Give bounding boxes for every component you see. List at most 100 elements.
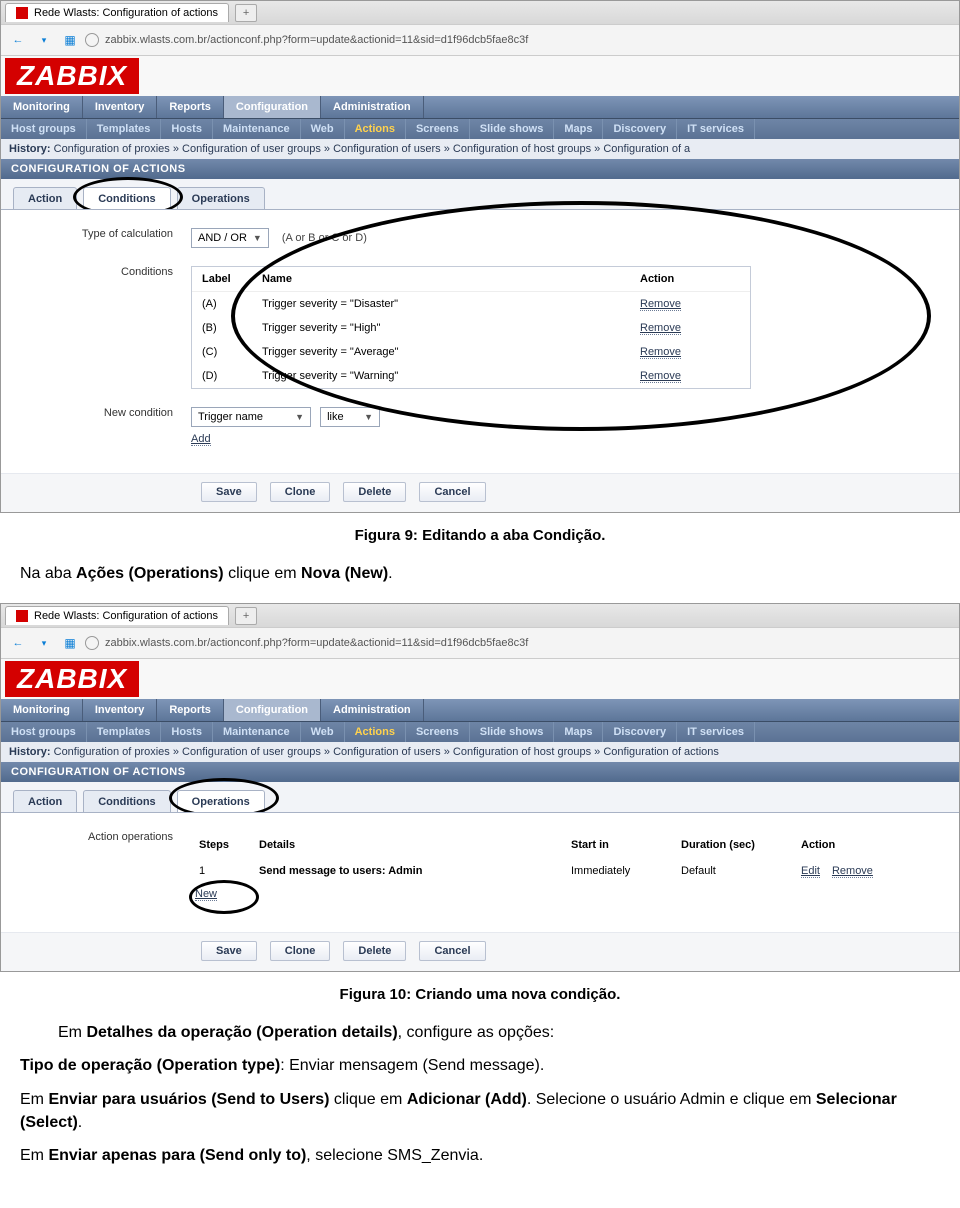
nav-reports[interactable]: Reports bbox=[157, 699, 224, 721]
sub-nav: Host groups Templates Hosts Maintenance … bbox=[1, 118, 959, 139]
browser-tabbar: Rede Wlasts: Configuration of actions + bbox=[1, 1, 959, 25]
cond-name: Trigger severity = "Disaster" bbox=[262, 298, 640, 310]
url-bar[interactable]: zabbix.wlasts.com.br/actionconf.php?form… bbox=[85, 33, 953, 47]
tab-operations[interactable]: Operations bbox=[177, 790, 265, 812]
new-condition-label: New condition bbox=[21, 407, 191, 419]
subnav-maintenance[interactable]: Maintenance bbox=[213, 722, 301, 742]
delete-button[interactable]: Delete bbox=[343, 941, 406, 961]
nav-monitoring[interactable]: Monitoring bbox=[1, 96, 83, 118]
clone-button[interactable]: Clone bbox=[270, 482, 331, 502]
subnav-hostgroups[interactable]: Host groups bbox=[1, 119, 87, 139]
edit-link[interactable]: Edit bbox=[801, 865, 820, 878]
op-start: Immediately bbox=[567, 863, 677, 880]
subnav-templates[interactable]: Templates bbox=[87, 722, 162, 742]
form-buttons: Save Clone Delete Cancel bbox=[1, 932, 959, 971]
nav-configuration[interactable]: Configuration bbox=[224, 699, 321, 721]
browser-tab[interactable]: Rede Wlasts: Configuration of actions bbox=[5, 606, 229, 625]
remove-link[interactable]: Remove bbox=[640, 322, 681, 335]
text-bold: Adicionar (Add) bbox=[407, 1091, 527, 1108]
new-link[interactable]: New bbox=[195, 888, 217, 901]
tab-conditions[interactable]: Conditions bbox=[83, 187, 170, 209]
remove-link[interactable]: Remove bbox=[640, 298, 681, 311]
tab-conditions[interactable]: Conditions bbox=[83, 790, 170, 812]
new-tab-button[interactable]: + bbox=[235, 4, 257, 22]
tab-action[interactable]: Action bbox=[13, 790, 77, 812]
browser-tab-title: Rede Wlasts: Configuration of actions bbox=[34, 7, 218, 19]
cond-name: Trigger severity = "High" bbox=[262, 322, 640, 334]
cancel-button[interactable]: Cancel bbox=[419, 941, 485, 961]
subnav-actions[interactable]: Actions bbox=[345, 722, 406, 742]
subnav-screens[interactable]: Screens bbox=[406, 119, 470, 139]
subnav-hosts[interactable]: Hosts bbox=[161, 119, 213, 139]
subnav-itservices[interactable]: IT services bbox=[677, 722, 755, 742]
nav-inventory[interactable]: Inventory bbox=[83, 96, 158, 118]
subnav-itservices[interactable]: IT services bbox=[677, 119, 755, 139]
form-tabs: Action Conditions Operations bbox=[1, 179, 959, 209]
browser-toolbar: ← ▾ ▦ zabbix.wlasts.com.br/actionconf.ph… bbox=[1, 628, 959, 659]
text-bold: Enviar apenas para (Send only to) bbox=[48, 1147, 306, 1164]
new-tab-button[interactable]: + bbox=[235, 607, 257, 625]
text-bold: Detalhes da operação (Operation details) bbox=[86, 1024, 397, 1041]
nav-inventory[interactable]: Inventory bbox=[83, 699, 158, 721]
back-button[interactable]: ← bbox=[7, 632, 29, 654]
back-button[interactable]: ← bbox=[7, 29, 29, 51]
subnav-maps[interactable]: Maps bbox=[554, 119, 603, 139]
save-button[interactable]: Save bbox=[201, 941, 257, 961]
text-bold: Tipo de operação (Operation type) bbox=[20, 1057, 280, 1074]
breadcrumb: History: Configuration of proxies » Conf… bbox=[1, 139, 959, 159]
operations-label: Action operations bbox=[21, 831, 191, 843]
cond-name: Trigger severity = "Average" bbox=[262, 346, 640, 358]
op-steps: 1 bbox=[195, 863, 255, 880]
remove-link[interactable]: Remove bbox=[832, 865, 873, 878]
col-duration: Duration (sec) bbox=[677, 837, 797, 853]
cond-label: (B) bbox=[202, 322, 262, 334]
subnav-discovery[interactable]: Discovery bbox=[603, 119, 677, 139]
tab-action[interactable]: Action bbox=[13, 187, 77, 209]
subnav-discovery[interactable]: Discovery bbox=[603, 722, 677, 742]
main-nav: Monitoring Inventory Reports Configurati… bbox=[1, 699, 959, 721]
calc-type-value: AND / OR bbox=[198, 232, 247, 244]
app-menu-icon[interactable]: ▦ bbox=[59, 29, 81, 51]
subnav-hosts[interactable]: Hosts bbox=[161, 722, 213, 742]
subnav-slideshows[interactable]: Slide shows bbox=[470, 722, 555, 742]
subnav-maps[interactable]: Maps bbox=[554, 722, 603, 742]
nav-administration[interactable]: Administration bbox=[321, 96, 424, 118]
form-tabs: Action Conditions Operations bbox=[1, 782, 959, 812]
table-row: 1 Send message to users: Admin Immediate… bbox=[191, 859, 911, 884]
subnav-slideshows[interactable]: Slide shows bbox=[470, 119, 555, 139]
subnav-web[interactable]: Web bbox=[301, 119, 345, 139]
new-condition-field-select[interactable]: Trigger name ▼ bbox=[191, 407, 311, 427]
url-bar[interactable]: zabbix.wlasts.com.br/actionconf.php?form… bbox=[85, 636, 953, 650]
dropdown-history-icon[interactable]: ▾ bbox=[33, 29, 55, 51]
remove-link[interactable]: Remove bbox=[640, 370, 681, 383]
subnav-templates[interactable]: Templates bbox=[87, 119, 162, 139]
nav-configuration[interactable]: Configuration bbox=[224, 96, 321, 118]
section-title: CONFIGURATION OF ACTIONS bbox=[1, 762, 959, 782]
remove-link[interactable]: Remove bbox=[640, 346, 681, 359]
nav-reports[interactable]: Reports bbox=[157, 96, 224, 118]
history-trail: Configuration of proxies » Configuration… bbox=[54, 746, 719, 758]
subnav-web[interactable]: Web bbox=[301, 722, 345, 742]
tab-operations[interactable]: Operations bbox=[177, 187, 265, 209]
nav-administration[interactable]: Administration bbox=[321, 699, 424, 721]
subnav-hostgroups[interactable]: Host groups bbox=[1, 722, 87, 742]
zabbix-header: ZABBIX bbox=[1, 659, 959, 699]
fig10-caption: Figura 10: Criando uma nova condição. bbox=[0, 986, 960, 1003]
delete-button[interactable]: Delete bbox=[343, 482, 406, 502]
conditions-table: Label Name Action (A) Trigger severity =… bbox=[191, 266, 751, 389]
clone-button[interactable]: Clone bbox=[270, 941, 331, 961]
save-button[interactable]: Save bbox=[201, 482, 257, 502]
subnav-actions[interactable]: Actions bbox=[345, 119, 406, 139]
new-condition-op-select[interactable]: like ▼ bbox=[320, 407, 380, 427]
cancel-button[interactable]: Cancel bbox=[419, 482, 485, 502]
subnav-maintenance[interactable]: Maintenance bbox=[213, 119, 301, 139]
calc-type-select[interactable]: AND / OR ▼ bbox=[191, 228, 269, 248]
col-start: Start in bbox=[567, 837, 677, 853]
nav-monitoring[interactable]: Monitoring bbox=[1, 699, 83, 721]
dropdown-history-icon[interactable]: ▾ bbox=[33, 632, 55, 654]
op-details: Send message to users: Admin bbox=[259, 865, 422, 877]
subnav-screens[interactable]: Screens bbox=[406, 722, 470, 742]
app-menu-icon[interactable]: ▦ bbox=[59, 632, 81, 654]
browser-tab[interactable]: Rede Wlasts: Configuration of actions bbox=[5, 3, 229, 22]
add-link[interactable]: Add bbox=[191, 433, 211, 446]
